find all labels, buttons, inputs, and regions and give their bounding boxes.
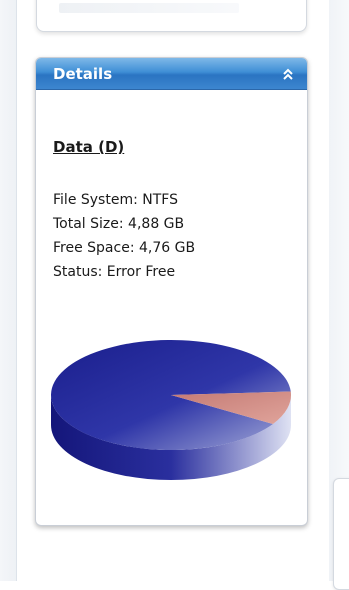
status: Status: Error Free bbox=[53, 264, 176, 280]
details-panel-title: Details bbox=[53, 64, 113, 83]
details-panel-header[interactable]: Details bbox=[36, 58, 307, 90]
double-chevron-up-icon bbox=[283, 68, 293, 80]
total-size: Total Size: 4,88 GB bbox=[53, 216, 185, 232]
previous-panel-content bbox=[59, 3, 239, 13]
collapse-button[interactable] bbox=[279, 65, 297, 83]
previous-panel bbox=[36, 0, 307, 32]
free-space: Free Space: 4,76 GB bbox=[53, 240, 196, 256]
details-panel: Details Data (D) File System: NTFS Total… bbox=[35, 57, 308, 526]
drive-info: File System: NTFS Total Size: 4,88 GB Fr… bbox=[53, 188, 195, 284]
disk-usage-pie-chart bbox=[51, 340, 291, 480]
file-system: File System: NTFS bbox=[53, 192, 178, 208]
drive-name: Data (D) bbox=[53, 138, 125, 156]
next-panel bbox=[333, 478, 349, 590]
left-frame bbox=[0, 0, 17, 581]
